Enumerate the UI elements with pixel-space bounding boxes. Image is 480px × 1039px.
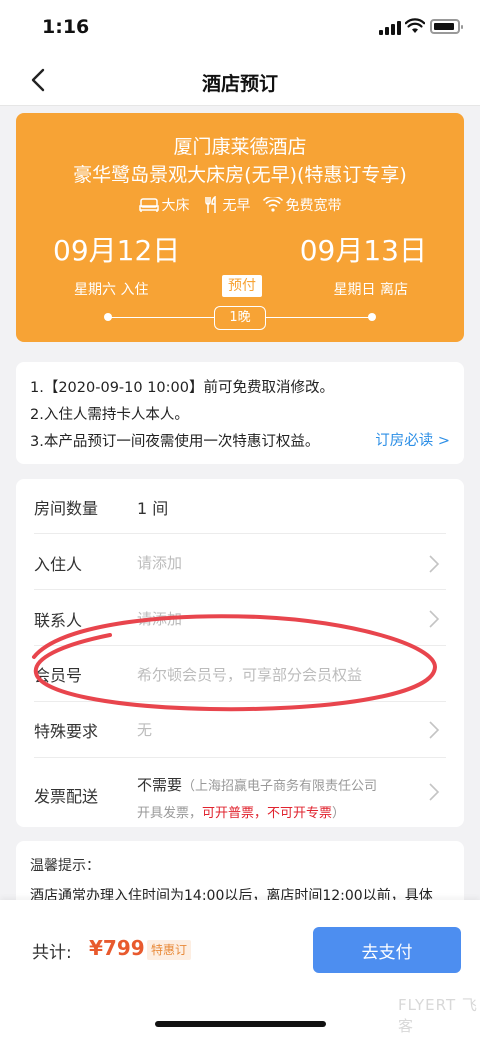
deal-badge: 特惠订 [147,940,192,960]
form-row-member[interactable]: 会员号 希尔顿会员号，可享部分会员权益 [16,646,464,702]
guest-input[interactable]: 请添加 [137,552,182,573]
battery-icon [430,19,463,34]
booking-notice-card: 1.【2020-09-10 10:00】前可免费取消修改。 2.入住人需持卡人本… [16,362,464,464]
signal-icon [379,21,401,35]
amenity-label: 免费宽带 [285,198,342,214]
invoice-company-note: （上海招赢电子商务有限责任公司 [182,779,378,794]
contact-input[interactable]: 请添加 [137,608,182,629]
form-row-rooms[interactable]: 房间数量 1 间 [16,479,464,534]
amenity-bed: 大床 [138,195,190,215]
checkout-bar: 共计: ¥799 特惠订 去支付 FLYERT 飞客 [0,900,480,1039]
total-label: 共计: [32,943,72,963]
notice-line: 1.【2020-09-10 10:00】前可免费取消修改。 [30,380,334,396]
special-request-label: 特殊要求 [34,722,99,741]
room-name: 豪华鹭岛景观大床房(无早)(特惠订专享) [73,164,407,186]
guest-label: 入住人 [34,555,83,574]
invoice-value[interactable]: 不需要（上海招赢电子商务有限责任公司 [137,774,377,795]
status-time: 1:16 [42,16,90,38]
total-price: ¥799 [89,936,145,960]
chevron-right-icon [429,555,440,573]
member-label: 会员号 [34,666,83,685]
hotel-name: 厦门康莱德酒店 [173,136,307,158]
special-request-input[interactable]: 无 [137,719,152,740]
invoice-sub-suffix: ） [332,806,346,821]
checkin-day: 星期六 入住 [74,282,149,298]
form-row-special[interactable]: 特殊要求 无 [16,702,464,758]
wifi-icon [405,18,425,33]
contact-label: 联系人 [34,611,83,630]
amenity-label: 无早 [222,198,251,214]
home-indicator[interactable] [155,1021,326,1027]
payment-tag: 预付 [222,275,262,297]
form-row-invoice[interactable]: 发票配送 不需要（上海招赢电子商务有限责任公司 开具发票，可开普票，不可开专票） [16,758,464,827]
nights-badge: 1晚 [214,306,266,330]
rooms-label: 房间数量 [34,499,99,518]
member-number-input[interactable]: 希尔顿会员号，可享部分会员权益 [137,664,362,685]
form-row-guest[interactable]: 入住人 请添加 [16,534,464,590]
invoice-detail: 开具发票，可开普票，不可开专票） [137,802,345,821]
checkin-date: 09月12日 [53,234,181,267]
chevron-right-icon [429,721,440,739]
page-title: 酒店预订 [201,73,278,95]
timeline-end-dot [368,313,376,321]
cutlery-icon [204,196,216,213]
invoice-choice: 不需要 [137,776,183,794]
bed-icon [138,198,159,212]
tips-title: 温馨提示： [30,858,100,874]
booking-guide-link[interactable]: 订房必读 > [375,429,450,450]
amenities-list: 大床 无早 免费宽带 [16,195,464,215]
booking-form: 房间数量 1 间 入住人 请添加 联系人 请添加 会员号 希尔顿会员号，可享部分… [16,479,464,827]
invoice-label: 发票配送 [34,787,99,806]
notice-line: 2.入住人需持卡人本人。 [30,407,189,423]
watermark: FLYERT 飞客 [398,996,478,1035]
amenity-breakfast: 无早 [202,195,251,215]
nav-bar: 酒店预订 [0,56,480,106]
amenity-label: 大床 [161,198,190,214]
notice-line: 3.本产品预订一间夜需使用一次特惠订权益。 [30,434,320,450]
form-row-contact[interactable]: 联系人 请添加 [16,590,464,646]
invoice-type-note: 可开普票，不可开专票 [202,806,333,821]
checkout-date: 09月13日 [299,234,427,267]
status-bar: 1:16 [0,0,480,56]
wifi-icon [262,197,283,212]
rooms-value[interactable]: 1 间 [137,495,168,519]
checkout-day: 星期日 离店 [333,282,408,298]
amenity-wifi: 免费宽带 [262,195,342,215]
hotel-summary-card: 厦门康莱德酒店 豪华鹭岛景观大床房(无早)(特惠订专享) 大床 无早 免费宽带 … [16,113,464,342]
chevron-right-icon [429,610,440,628]
pay-button[interactable]: 去支付 [313,927,461,973]
chevron-right-icon [429,783,440,801]
invoice-sub-prefix: 开具发票， [137,806,203,821]
timeline-start-dot [104,313,112,321]
